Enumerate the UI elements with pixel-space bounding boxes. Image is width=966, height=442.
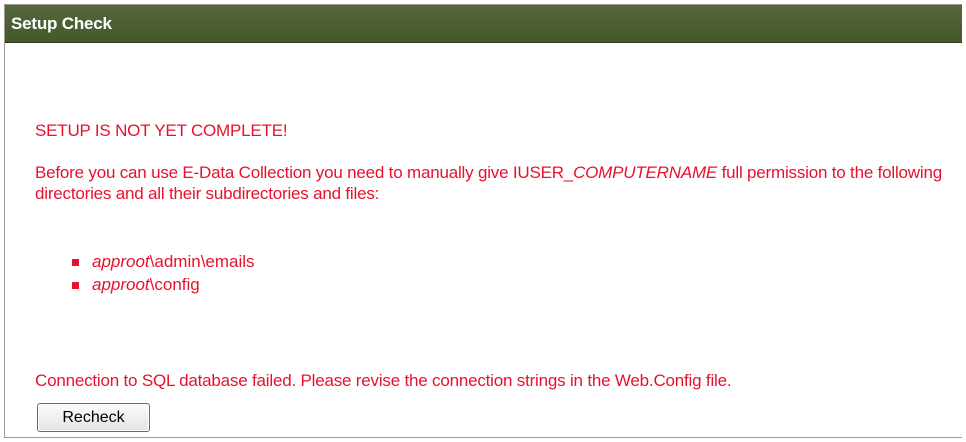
computername-placeholder: COMPUTERNAME	[573, 163, 718, 182]
permission-message-part1: Before you can use E-Data Collection you…	[35, 163, 574, 182]
directory-root: approot	[92, 252, 150, 271]
directory-path: \config	[149, 275, 200, 294]
setup-check-panel: Setup Check SETUP IS NOT YET COMPLETE! B…	[4, 4, 962, 438]
bullet-icon	[72, 259, 79, 266]
panel-title: Setup Check	[11, 13, 112, 33]
bullet-icon	[72, 282, 79, 289]
panel-header: Setup Check	[5, 5, 962, 43]
db-connection-error: Connection to SQL database failed. Pleas…	[35, 371, 732, 390]
directory-path: \admin\emails	[149, 252, 255, 271]
permission-message: Before you can use E-Data Collection you…	[35, 162, 950, 204]
setup-warning: SETUP IS NOT YET COMPLETE!	[35, 121, 288, 140]
directory-list: approot\admin\emails approot\config	[72, 250, 255, 296]
list-item: approot\config	[72, 273, 255, 296]
directory-root: approot	[92, 275, 150, 294]
recheck-button[interactable]: Recheck	[37, 403, 150, 432]
list-item: approot\admin\emails	[72, 250, 255, 273]
